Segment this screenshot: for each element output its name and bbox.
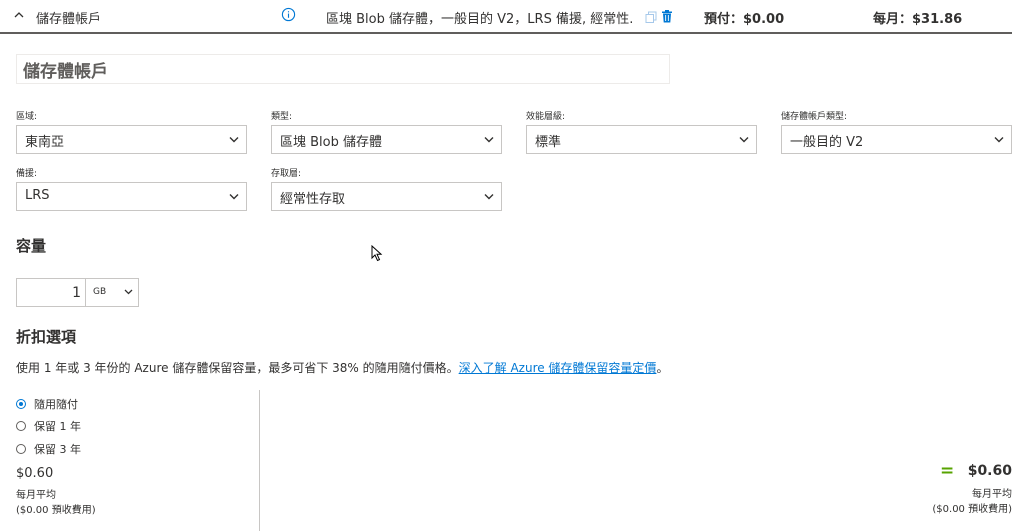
chevron-down-icon <box>229 194 239 200</box>
monthly-cost: 每月：$31.86 <box>873 12 963 27</box>
option-label: 保留 3 年 <box>34 443 81 456</box>
type-select[interactable]: 區塊 Blob 儲存體 <box>271 125 502 154</box>
estimate-name-input[interactable] <box>16 54 670 84</box>
discount-title: 折扣選項 <box>16 328 77 346</box>
access-tier-select[interactable]: 經常性存取 <box>271 182 502 211</box>
option-reserve-3-years[interactable]: 保留 3 年 <box>16 441 81 457</box>
delete-icon[interactable] <box>661 10 673 23</box>
account-type-label: 儲存體帳戶類型: <box>781 112 848 122</box>
account-type-select[interactable]: 一般目的 V2 <box>781 125 1012 154</box>
discount-description-line: 使用 1 年或 3 年份的 Azure 儲存體保留容量，最多可省下 38% 的隨… <box>16 359 668 376</box>
chevron-down-icon <box>994 137 1004 143</box>
option-reserve-1-year[interactable]: 保留 1 年 <box>16 418 81 434</box>
access-tier-value: 經常性存取 <box>280 192 346 207</box>
radio-button[interactable] <box>16 421 26 431</box>
redundancy-label: 備援: <box>16 169 38 179</box>
account-type-value: 一般目的 V2 <box>790 135 864 150</box>
equals-sign: = <box>940 461 955 481</box>
option-price-caption: 每月平均 <box>16 490 56 501</box>
option-pay-as-you-go[interactable]: 隨用隨付 <box>16 396 78 412</box>
type-label: 類型: <box>271 112 293 122</box>
item-description: 區塊 Blob 儲存體，一般目的 V2，LRS 備援, 經常性... <box>326 12 634 27</box>
capacity-quantity-input[interactable] <box>17 279 85 306</box>
upfront-cost: 預付：$0.00 <box>704 12 785 27</box>
capacity-stepper: GB <box>16 278 139 307</box>
mouse-cursor-icon <box>371 245 383 262</box>
reserved-capacity-pricing-link[interactable]: 深入了解 Azure 儲存體保留容量定價 <box>459 361 657 375</box>
discount-description: 使用 1 年或 3 年份的 Azure 儲存體保留容量，最多可省下 38% 的隨… <box>16 361 459 375</box>
chevron-down-icon <box>484 137 494 143</box>
chevron-down-icon <box>229 137 239 143</box>
total-price: $0.60 <box>967 463 1012 479</box>
capacity-title: 容量 <box>16 237 47 255</box>
performance-select[interactable]: 標準 <box>526 125 757 154</box>
chevron-down-icon <box>484 194 494 200</box>
total-price-caption: 每月平均 <box>972 489 1012 500</box>
capacity-unit-value: GB <box>93 287 107 297</box>
chevron-down-icon <box>124 289 133 295</box>
item-title: 儲存體帳戶 <box>36 12 102 27</box>
chevron-up-icon[interactable] <box>13 9 25 21</box>
option-price: $0.60 <box>16 466 54 481</box>
discount-description-tail: 。 <box>656 361 669 375</box>
access-tier-label: 存取層: <box>271 169 302 179</box>
option-label: 保留 1 年 <box>34 420 81 433</box>
estimate-item-header[interactable]: 儲存體帳戶 區塊 Blob 儲存體，一般目的 V2，LRS 備援, 經常性...… <box>0 0 1012 34</box>
radio-button-selected[interactable] <box>16 399 26 409</box>
radio-button[interactable] <box>16 444 26 454</box>
vertical-divider <box>259 390 260 531</box>
region-select[interactable]: 東南亞 <box>16 125 247 154</box>
info-icon[interactable] <box>281 7 296 22</box>
redundancy-select[interactable]: LRS <box>16 182 247 211</box>
chevron-down-icon <box>739 137 749 143</box>
copy-icon[interactable] <box>645 11 657 23</box>
option-label: 隨用隨付 <box>34 398 78 411</box>
region-label: 區域: <box>16 112 38 122</box>
performance-value: 標準 <box>535 135 562 150</box>
capacity-unit-select[interactable]: GB <box>85 279 139 306</box>
region-value: 東南亞 <box>25 135 65 150</box>
redundancy-value: LRS <box>25 188 50 203</box>
type-value: 區塊 Blob 儲存體 <box>280 135 383 150</box>
total-upfront-caption: ($0.00 預收費用) <box>932 504 1012 515</box>
performance-label: 效能層級: <box>526 112 566 122</box>
option-upfront-caption: ($0.00 預收費用) <box>16 505 96 516</box>
